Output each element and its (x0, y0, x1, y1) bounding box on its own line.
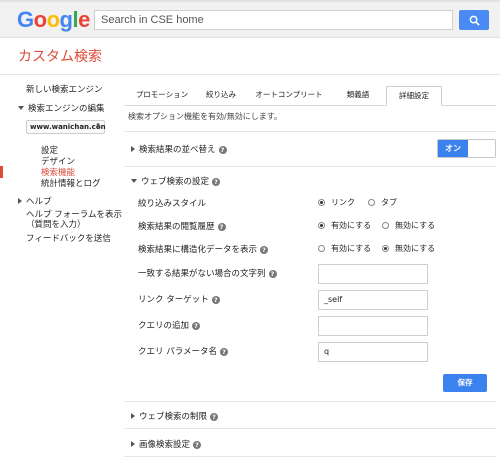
radio-label: 無効にする (395, 221, 436, 230)
divider (0, 74, 500, 75)
caret-right-icon (18, 198, 22, 204)
label-text: 一致する結果がない場合の文字列 (138, 269, 266, 279)
help-icon[interactable]: ? (260, 246, 269, 254)
logo-letter: o (33, 7, 47, 32)
query-param-label: クエリ パラメータ名? (138, 345, 228, 357)
radio-history-enable[interactable]: 有効にする (318, 220, 371, 231)
caret-right-icon (131, 146, 135, 152)
radio-label: タブ (381, 198, 397, 207)
help-icon[interactable]: ? (210, 413, 219, 421)
label-text: 検索結果の閲覧履歴 (138, 222, 215, 232)
label-text: クエリ パラメータ名 (138, 347, 217, 357)
caret-down-icon (18, 106, 24, 110)
select-arrows-icon: ⬍ (95, 122, 101, 130)
refine-style-label: 絞り込みスタイル (138, 199, 207, 209)
toggle-on-label: オン (438, 140, 468, 157)
sidebar-item-label: 検索エンジンの編集 (28, 104, 105, 114)
sidebar-item-label: ヘルプ (26, 197, 52, 207)
radio-structured-enable[interactable]: 有効にする (318, 243, 371, 254)
sidebar-item-help-forum-sub[interactable]: （質問を入力） (26, 218, 86, 230)
no-results-label: 一致する結果がない場合の文字列? (138, 267, 277, 279)
radio-button[interactable] (318, 199, 325, 206)
divider (124, 456, 496, 457)
tab-autocomplete[interactable]: オートコンプリート (248, 86, 330, 104)
radio-button[interactable] (318, 222, 325, 229)
structured-label: 検索結果に構造化データを表示? (138, 243, 269, 255)
radio-tab[interactable]: タブ (368, 197, 397, 208)
help-icon[interactable]: ? (192, 322, 201, 330)
query-add-input[interactable] (318, 316, 428, 336)
logo-letter: g (59, 7, 73, 32)
header-bar: Google Search in CSE home (0, 2, 500, 38)
radio-label: 有効にする (331, 244, 372, 253)
tab-refinements[interactable]: 絞り込み (198, 86, 244, 104)
logo-letter: e (78, 7, 90, 32)
section-web-restrictions-header[interactable]: ウェブ検索の制限? (131, 410, 219, 422)
engine-select[interactable]: www.wanichan.con ⬍ (26, 120, 106, 134)
section-image-search-header[interactable]: 画像検索設定? (131, 438, 202, 450)
help-icon[interactable]: ? (212, 178, 221, 186)
section-sort-header[interactable]: 検索結果の並べ替え? (131, 143, 227, 155)
tab-promotion[interactable]: プロモーション (128, 86, 196, 104)
help-icon[interactable]: ? (219, 348, 228, 356)
label-text: クエリの追加 (138, 321, 190, 331)
google-logo[interactable]: Google (17, 8, 90, 32)
save-button[interactable]: 保存 (443, 374, 487, 392)
tab-advanced[interactable]: 詳細設定 (386, 86, 442, 106)
caret-right-icon (131, 441, 135, 447)
radio-button[interactable] (382, 245, 389, 252)
tab-bar: プロモーション 絞り込み オートコンプリート 類義語 詳細設定 (124, 86, 496, 106)
description-text: 検索オプション機能を有効/無効にします。 (128, 112, 282, 121)
sort-toggle[interactable]: オン (437, 139, 496, 158)
link-target-label: リンク ターゲット? (138, 293, 220, 305)
no-results-input[interactable] (318, 264, 428, 284)
sidebar-item-new-engine[interactable]: 新しい検索エンジン (26, 83, 103, 95)
section-label: 検索結果の並べ替え (139, 145, 216, 155)
radio-button[interactable] (368, 199, 375, 206)
radio-structured-disable[interactable]: 無効にする (382, 243, 435, 254)
divider (124, 428, 496, 429)
help-icon[interactable]: ? (211, 296, 220, 304)
logo-letter: o (46, 7, 60, 32)
link-target-input[interactable]: _self (318, 290, 428, 310)
radio-label: 無効にする (395, 244, 436, 253)
active-marker (0, 166, 3, 178)
search-button[interactable] (459, 10, 489, 30)
page-title: カスタム検索 (18, 49, 102, 65)
logo-letter: G (17, 7, 34, 32)
label-text: 検索結果に構造化データを表示 (138, 245, 258, 255)
divider (124, 166, 496, 167)
radio-label: 有効にする (331, 221, 372, 230)
help-icon[interactable]: ? (268, 270, 277, 278)
help-icon[interactable]: ? (218, 146, 227, 154)
query-add-label: クエリの追加? (138, 319, 201, 331)
label-text: リンク ターゲット (138, 295, 209, 305)
sidebar-item-feedback[interactable]: フィードバックを送信 (26, 232, 111, 244)
section-web-search-header[interactable]: ウェブ検索の設定? (131, 175, 221, 187)
divider (124, 401, 496, 402)
section-label: ウェブ検索の制限 (139, 412, 208, 422)
help-icon[interactable]: ? (193, 441, 202, 449)
radio-history-disable[interactable]: 無効にする (382, 220, 435, 231)
tab-synonyms[interactable]: 類義語 (333, 86, 383, 104)
radio-button[interactable] (382, 222, 389, 229)
section-label: ウェブ検索の設定 (141, 177, 210, 187)
section-label: 画像検索設定 (139, 440, 191, 450)
caret-right-icon (131, 413, 135, 419)
help-icon[interactable]: ? (217, 223, 226, 231)
radio-link[interactable]: リンク (318, 197, 355, 208)
search-icon (469, 15, 480, 26)
history-label-text: 検索結果の閲覧履歴? (138, 220, 226, 232)
sidebar-item-help[interactable]: ヘルプ (18, 195, 52, 207)
sidebar-item-stats[interactable]: 統計情報とログ (41, 177, 101, 189)
sidebar-item-edit-engine[interactable]: 検索エンジンの編集 (18, 102, 105, 114)
query-param-input[interactable]: q (318, 342, 428, 362)
radio-button[interactable] (318, 245, 325, 252)
radio-label: リンク (331, 198, 355, 207)
search-input[interactable]: Search in CSE home (94, 10, 453, 30)
caret-down-icon (131, 179, 137, 183)
divider (124, 131, 496, 132)
